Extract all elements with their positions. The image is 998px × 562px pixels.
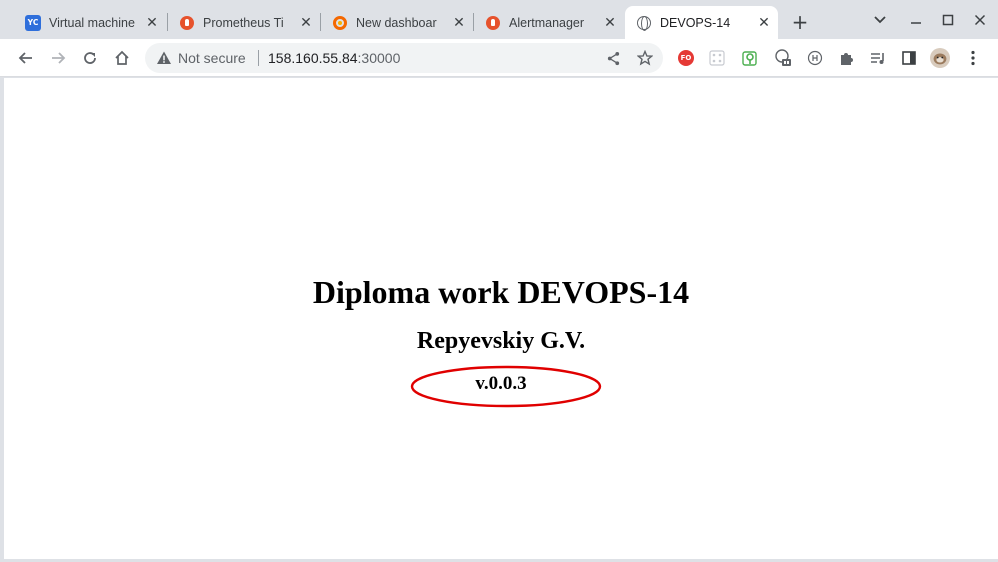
- close-icon[interactable]: ✕: [756, 15, 772, 31]
- grafana-icon: [332, 15, 348, 31]
- omnibox-divider: [258, 50, 259, 66]
- home-icon: [115, 50, 129, 65]
- maximize-button[interactable]: [934, 8, 962, 32]
- version-label: v.0.0.3: [475, 373, 527, 394]
- tab-title: New dashboar: [356, 15, 437, 30]
- tab-new-dashboard[interactable]: New dashboar ✕: [321, 6, 473, 39]
- chevron-down-icon: [874, 16, 886, 24]
- prometheus-icon: [179, 15, 195, 31]
- menu-kebab-icon[interactable]: [963, 48, 983, 68]
- reload-button[interactable]: [76, 44, 104, 72]
- forward-button[interactable]: [44, 44, 72, 72]
- translate-extension-icon[interactable]: [773, 48, 793, 68]
- tab-title: Prometheus Ti: [203, 15, 284, 30]
- tab-strip: YC Virtual machine ✕ Prometheus Ti ✕ New…: [0, 0, 998, 39]
- url-text[interactable]: 158.160.55.84:30000: [268, 50, 400, 66]
- new-tab-button[interactable]: +: [788, 10, 812, 34]
- share-button[interactable]: [603, 48, 623, 68]
- close-icon[interactable]: ✕: [451, 15, 467, 31]
- prometheus-icon: [485, 15, 501, 31]
- security-status-label[interactable]: Not secure: [178, 50, 246, 66]
- author-name: Repyevskiy G.V.: [416, 328, 586, 354]
- close-icon[interactable]: ✕: [144, 15, 160, 31]
- maximize-icon: [942, 14, 954, 26]
- reload-icon: [84, 52, 96, 64]
- share-icon: [607, 51, 619, 65]
- address-bar[interactable]: Not secure 158.160.55.84:30000: [145, 43, 663, 73]
- minimize-button[interactable]: [902, 8, 930, 32]
- tab-virtual-machine[interactable]: YC Virtual machine ✕: [14, 6, 166, 39]
- fo-extension-icon[interactable]: FO: [676, 48, 696, 68]
- star-icon: [637, 50, 653, 66]
- close-icon[interactable]: ✕: [602, 15, 618, 31]
- map-pin-extension-icon[interactable]: [740, 48, 760, 68]
- browser-toolbar: Not secure 158.160.55.84:30000 FO: [0, 39, 998, 77]
- back-button[interactable]: [12, 44, 40, 72]
- url-host: 158.160.55.84: [268, 50, 358, 66]
- back-arrow-icon: [18, 52, 32, 64]
- close-icon: [974, 14, 986, 26]
- puzzle-extensions-icon[interactable]: [836, 48, 856, 68]
- tab-title: Alertmanager: [509, 15, 585, 30]
- profile-avatar[interactable]: [930, 48, 950, 68]
- globe-icon: [636, 15, 652, 31]
- tab-devops-14[interactable]: DEVOPS-14 ✕: [625, 6, 778, 39]
- close-icon[interactable]: ✕: [298, 15, 314, 31]
- close-window-button[interactable]: [966, 8, 994, 32]
- forward-arrow-icon: [52, 52, 66, 64]
- tab-search-button[interactable]: [866, 8, 894, 32]
- media-control-icon[interactable]: [868, 48, 888, 68]
- home-button[interactable]: [108, 44, 136, 72]
- side-panel-icon[interactable]: [899, 48, 919, 68]
- grid-extension-icon[interactable]: [707, 48, 727, 68]
- warning-icon[interactable]: [156, 50, 172, 66]
- minimize-icon: [911, 22, 921, 24]
- tab-prometheus[interactable]: Prometheus Ti ✕: [168, 6, 320, 39]
- url-port: :30000: [357, 50, 401, 66]
- tab-title: Virtual machine: [49, 15, 135, 30]
- tab-alertmanager[interactable]: Alertmanager ✕: [474, 6, 624, 39]
- tab-title: DEVOPS-14: [660, 15, 731, 30]
- circle-h-extension-icon[interactable]: [805, 48, 825, 68]
- bookmark-button[interactable]: [635, 48, 655, 68]
- page-heading: Diploma work DEVOPS-14: [312, 274, 690, 310]
- page-viewport: Diploma work DEVOPS-14 Repyevskiy G.V. v…: [4, 78, 998, 559]
- yandex-cloud-icon: YC: [25, 14, 41, 31]
